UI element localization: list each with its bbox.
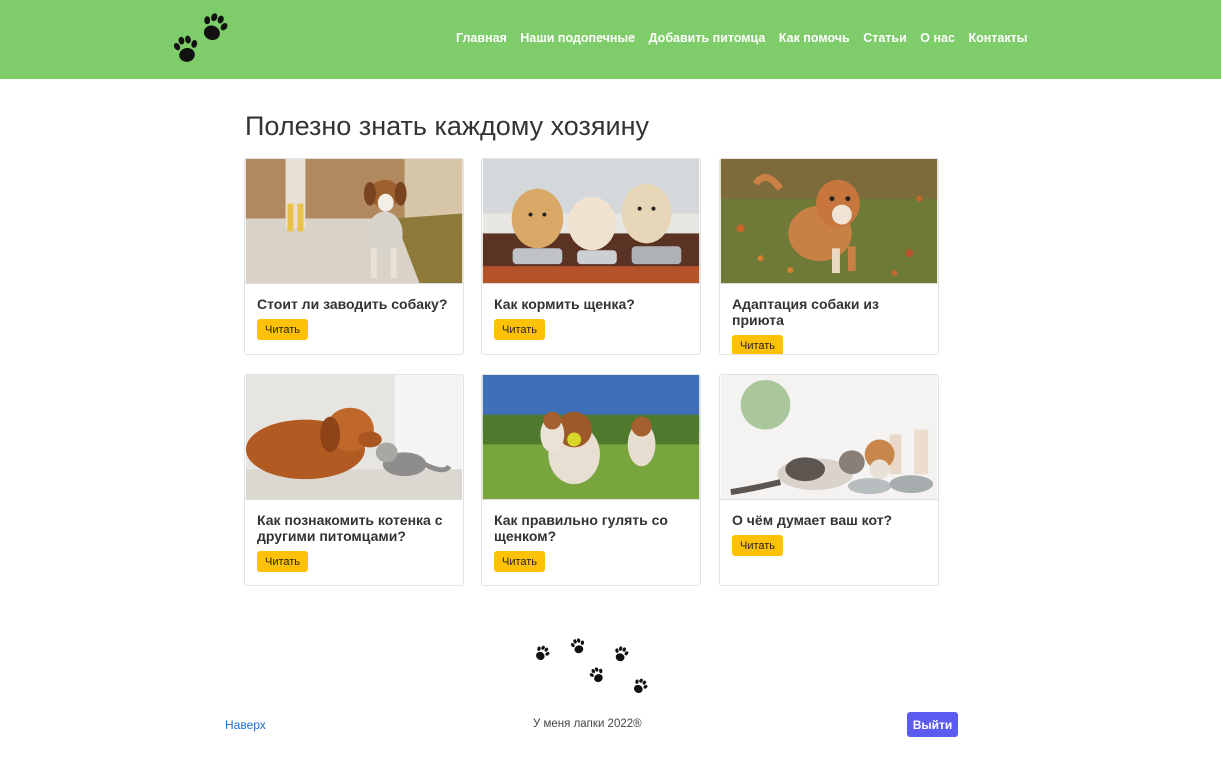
dog-and-kitten-photo[interactable] — [245, 375, 463, 500]
header: Главная Наши подопечные Добавить питомца… — [0, 0, 1221, 79]
kittens-at-bowls-photo[interactable] — [720, 375, 938, 500]
paw-trail-icon — [532, 637, 651, 697]
nav-how-to-help[interactable]: Как помочь — [779, 31, 850, 45]
article-card: О чём думает ваш кот? Читать — [719, 374, 939, 586]
nav-add-pet[interactable]: Добавить питомца — [649, 31, 766, 45]
nav-articles[interactable]: Статьи — [863, 31, 907, 45]
read-button[interactable]: Читать — [494, 551, 546, 572]
back-to-top-link[interactable]: Наверх — [225, 718, 266, 732]
article-title: Как кормить щенка? — [494, 296, 635, 312]
nav-our-pets[interactable]: Наши подопечные — [520, 31, 635, 45]
copyright-text: У меня лапки 2022® — [533, 718, 642, 730]
article-title: О чём думает ваш кот? — [732, 512, 893, 528]
article-card: Стоит ли заводить собаку? Читать — [244, 158, 464, 355]
article-title: Как познакомить котенка с другими питомц… — [257, 512, 443, 544]
read-button[interactable]: Читать — [732, 535, 784, 556]
read-button[interactable]: Читать — [257, 551, 309, 572]
article-card: Как познакомить котенка с другими питомц… — [244, 374, 464, 586]
nav-about[interactable]: О нас — [920, 31, 955, 45]
nav-contacts[interactable]: Контакты — [968, 31, 1027, 45]
puppies-at-bowls-photo[interactable] — [482, 159, 700, 284]
beagles-running-photo[interactable] — [482, 375, 700, 500]
beagle-on-walk-photo[interactable] — [245, 159, 463, 284]
puppy-on-grass-photo[interactable] — [720, 159, 938, 284]
article-card: Как правильно гулять со щенком? Читать — [481, 374, 701, 586]
article-card: Как кормить щенка? Читать — [481, 158, 701, 355]
read-button[interactable]: Читать — [257, 319, 309, 340]
article-card: Адаптация собаки из приюта Читать — [719, 158, 939, 355]
logout-button[interactable]: Выйти — [907, 712, 958, 737]
article-title: Адаптация собаки из приюта — [732, 296, 879, 328]
nav-home[interactable]: Главная — [456, 31, 507, 45]
article-title: Стоит ли заводить собаку? — [257, 296, 448, 312]
page-title: Полезно знать каждому хозяину — [245, 111, 649, 141]
read-button[interactable]: Читать — [494, 319, 546, 340]
paw-prints-icon[interactable] — [166, 9, 236, 67]
read-button[interactable]: Читать — [732, 335, 784, 354]
article-title: Как правильно гулять со щенком? — [494, 512, 668, 544]
main-nav: Главная Наши подопечные Добавить питомца… — [456, 31, 1041, 45]
